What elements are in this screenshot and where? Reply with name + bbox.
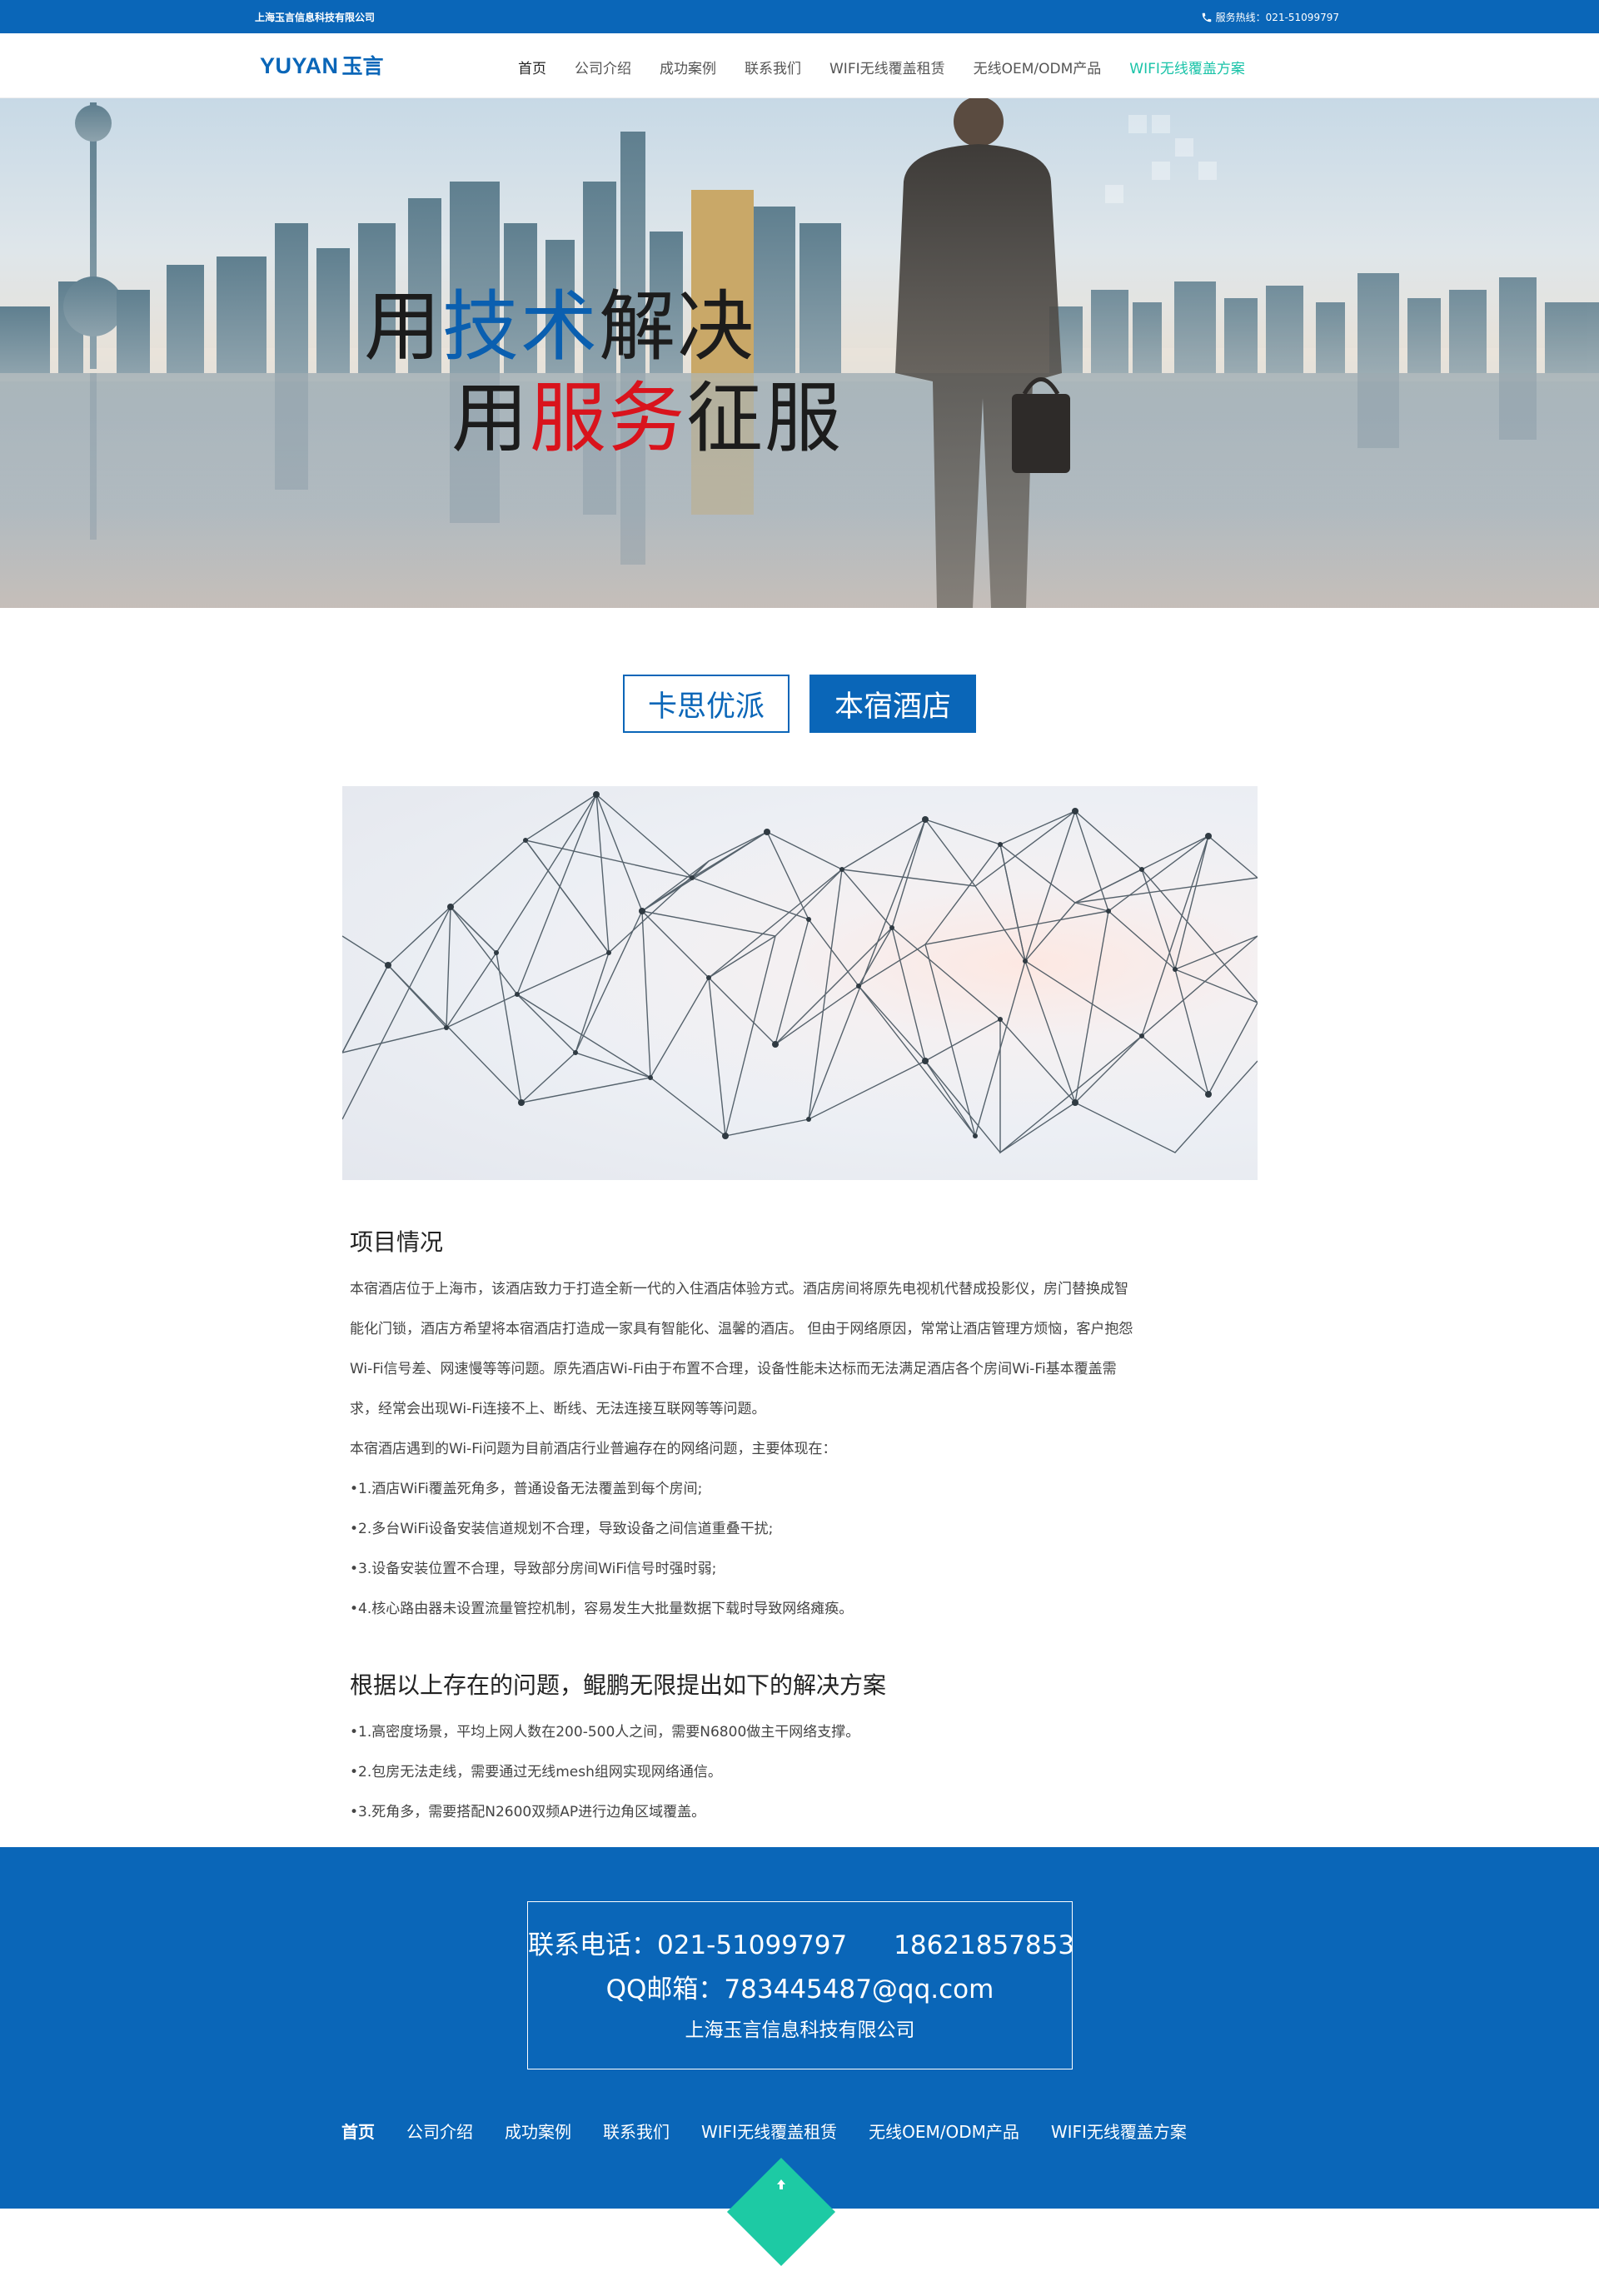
- contact-phone: 联系电话：021-51099797: [528, 1930, 848, 1960]
- network-illustration: [342, 786, 1258, 1180]
- banner-slogan-line2: 用服务征服: [451, 374, 844, 463]
- contact-email: QQ邮箱：783445487@qq.com: [605, 1975, 994, 2005]
- top-bar: 上海玉言信息科技有限公司 服务热线：021-51099797: [0, 0, 1599, 33]
- section-title-solution: 根据以上存在的问题，鲲鹏无限提出如下的解决方案: [350, 1671, 887, 1699]
- main-nav: 首页 公司介绍 成功案例 联系我们 WIFI无线覆盖租赁 无线OEM/ODM产品…: [518, 57, 1245, 77]
- nav-wifi-solution[interactable]: WIFI无线覆盖方案: [1129, 57, 1245, 77]
- paragraph-line: 能化门锁，酒店方希望将本宿酒店打造成一家具有智能化、温馨的酒店。 但由于网络原因…: [350, 1321, 1133, 1337]
- footer-nav-about[interactable]: 公司介绍: [406, 2119, 473, 2143]
- contact-phone-line: 联系电话：021-51099797 18621857853: [528, 1924, 1075, 1961]
- contact-box: 联系电话：021-51099797 18621857853 QQ邮箱：783445…: [527, 1901, 1075, 2069]
- hotline-text: 服务热线：021-51099797: [1215, 12, 1339, 23]
- footer-nav-home[interactable]: 首页: [341, 2119, 375, 2143]
- footer-nav-wifi-solution[interactable]: WIFI无线覆盖方案: [1051, 2119, 1187, 2143]
- footer-company-name: 上海玉言信息科技有限公司: [685, 2020, 915, 2041]
- hotline: 服务热线：021-51099797: [1201, 10, 1339, 24]
- city-skyline-image: [0, 98, 1599, 608]
- paragraph-line: 求，经常会出现Wi-Fi连接不上、断线、无法连接互联网等等问题。: [350, 1401, 766, 1417]
- phone-icon: [1202, 12, 1211, 22]
- project-article: 项目情况 本宿酒店位于上海市，该酒店致力于打造全新一代的入住酒店体验方式。酒店房…: [350, 1224, 1249, 1832]
- hero-banner: 用技术解决 用服务征服: [0, 98, 1599, 608]
- main-navbar: YUYAN 玉言 首页 公司介绍 成功案例 联系我们 WIFI无线覆盖租赁 无线…: [0, 33, 1599, 98]
- list-item: •3.死角多，需要搭配N2600双频AP进行边角区域覆盖。: [350, 1804, 706, 1820]
- contact-mobile: 18621857853: [894, 1930, 1075, 1960]
- nav-oem-odm[interactable]: 无线OEM/ODM产品: [974, 57, 1102, 77]
- paragraph-line: Wi-Fi信号差、网速慢等等问题。原先酒店Wi-Fi由于布置不合理，设备性能未达…: [350, 1361, 1117, 1377]
- section-title-project: 项目情况: [350, 1228, 444, 1256]
- footer: 联系电话：021-51099797 18621857853 QQ邮箱：783445…: [0, 1847, 1599, 2209]
- nav-home[interactable]: 首页: [518, 57, 546, 77]
- list-item: •4.核心路由器未设置流量管控机制，容易发生大批量数据下载时导致网络瘫痪。: [350, 1601, 854, 1617]
- footer-nav-cases[interactable]: 成功案例: [505, 2119, 571, 2143]
- footer-nav: 首页 公司介绍 成功案例 联系我们 WIFI无线覆盖租赁 无线OEM/ODM产品…: [341, 2119, 1187, 2143]
- nav-about[interactable]: 公司介绍: [575, 57, 631, 77]
- list-item: •1.高密度场景，平均上网人数在200-500人之间，需要N6800做主干网络支…: [350, 1724, 860, 1741]
- nav-wifi-rental[interactable]: WIFI无线覆盖租赁: [829, 57, 945, 77]
- top-company-name: 上海玉言信息科技有限公司: [255, 12, 376, 23]
- list-item: •1.酒店WiFi覆盖死角多，普通设备无法覆盖到每个房间;: [350, 1481, 703, 1497]
- footer-nav-contact[interactable]: 联系我们: [603, 2119, 670, 2143]
- nav-contact[interactable]: 联系我们: [745, 57, 801, 77]
- list-item: •2.包房无法走线，需要通过无线mesh组网实现网络通信。: [350, 1764, 722, 1781]
- tab-kasi-youpai[interactable]: 卡思优派: [623, 675, 790, 733]
- logo-text-en: YUYAN: [260, 53, 339, 78]
- logo[interactable]: YUYAN 玉言: [260, 50, 384, 80]
- list-item: •3.设备安装位置不合理，导致部分房间WiFi信号时强时弱;: [350, 1561, 717, 1577]
- footer-nav-wifi-rental[interactable]: WIFI无线覆盖租赁: [701, 2119, 837, 2143]
- list-item: •2.多台WiFi设备安装信道规划不合理，导致设备之间信道重叠干扰;: [350, 1521, 774, 1537]
- footer-nav-oem-odm[interactable]: 无线OEM/ODM产品: [869, 2119, 1019, 2143]
- paragraph-line: 本宿酒店位于上海市，该酒店致力于打造全新一代的入住酒店体验方式。酒店房间将原先电…: [350, 1281, 1128, 1297]
- tab-benxiu-hotel[interactable]: 本宿酒店: [809, 675, 976, 733]
- arrow-up-icon: [777, 2179, 785, 2189]
- logo-text-cn: 玉言: [341, 54, 384, 78]
- nav-cases[interactable]: 成功案例: [660, 57, 716, 77]
- paragraph-line: 本宿酒店遇到的Wi-Fi问题为目前酒店行业普遍存在的网络问题，主要体现在：: [350, 1441, 837, 1457]
